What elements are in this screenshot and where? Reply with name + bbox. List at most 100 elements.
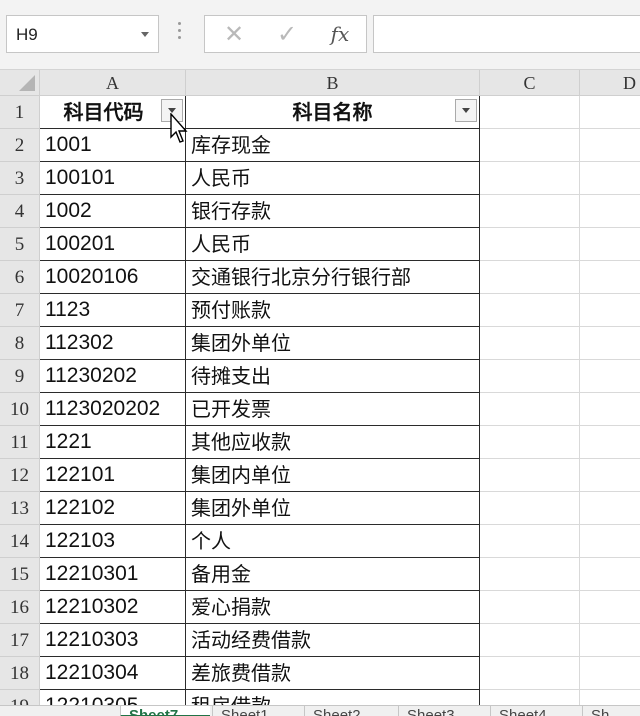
cell-code[interactable]: 10020106 <box>40 261 186 294</box>
empty-cell[interactable] <box>580 360 640 393</box>
cell-code[interactable]: 12210304 <box>40 657 186 690</box>
empty-cell[interactable] <box>580 657 640 690</box>
empty-cell[interactable] <box>480 426 580 459</box>
row-header[interactable]: 8 <box>0 327 40 360</box>
empty-cell[interactable] <box>480 558 580 591</box>
row-header[interactable]: 16 <box>0 591 40 624</box>
empty-cell[interactable] <box>580 492 640 525</box>
cell-name[interactable]: 其他应收款 <box>186 426 480 459</box>
cell-name[interactable]: 个人 <box>186 525 480 558</box>
sheet-tab[interactable]: Sheet2 <box>304 706 396 716</box>
cell-code[interactable]: 11230202 <box>40 360 186 393</box>
header-cell-name[interactable]: 科目名称 <box>186 96 480 129</box>
sheet-tab[interactable]: Sh <box>582 706 640 716</box>
row-header[interactable]: 10 <box>0 393 40 426</box>
cancel-icon[interactable]: ✕ <box>209 16 259 52</box>
cell-code[interactable]: 122102 <box>40 492 186 525</box>
empty-cell[interactable] <box>480 228 580 261</box>
empty-cell[interactable] <box>480 624 580 657</box>
cell-code[interactable]: 12210302 <box>40 591 186 624</box>
cell-code[interactable]: 1123020202 <box>40 393 186 426</box>
empty-cell[interactable] <box>480 162 580 195</box>
row-header[interactable]: 13 <box>0 492 40 525</box>
cell-code[interactable]: 122103 <box>40 525 186 558</box>
column-header-d[interactable]: D <box>580 70 640 96</box>
formula-input[interactable] <box>373 15 640 53</box>
row-header[interactable]: 15 <box>0 558 40 591</box>
chevron-down-icon[interactable] <box>141 32 149 37</box>
cell-name[interactable]: 已开发票 <box>186 393 480 426</box>
sheet-tab[interactable]: Sheet7 <box>120 706 210 716</box>
empty-cell[interactable] <box>580 162 640 195</box>
empty-cell[interactable] <box>580 327 640 360</box>
cell-name[interactable]: 爱心捐款 <box>186 591 480 624</box>
cell-name[interactable]: 银行存款 <box>186 195 480 228</box>
empty-cell[interactable] <box>480 129 580 162</box>
row-header[interactable]: 12 <box>0 459 40 492</box>
row-header[interactable]: 17 <box>0 624 40 657</box>
cell-code[interactable]: 12210301 <box>40 558 186 591</box>
empty-cell[interactable] <box>480 591 580 624</box>
cell-name[interactable]: 人民币 <box>186 162 480 195</box>
more-vertical-icon[interactable] <box>177 22 181 44</box>
empty-cell[interactable] <box>580 129 640 162</box>
enter-check-icon[interactable]: ✓ <box>262 16 312 52</box>
header-cell-code[interactable]: 科目代码 <box>40 96 186 129</box>
cell-code[interactable]: 1123 <box>40 294 186 327</box>
row-header[interactable]: 3 <box>0 162 40 195</box>
cell-code[interactable]: 12210303 <box>40 624 186 657</box>
cell-name[interactable]: 人民币 <box>186 228 480 261</box>
cell-name[interactable]: 差旅费借款 <box>186 657 480 690</box>
cell-name[interactable]: 集团外单位 <box>186 492 480 525</box>
column-header-a[interactable]: A <box>40 70 186 96</box>
cell-code[interactable]: 1221 <box>40 426 186 459</box>
empty-cell[interactable] <box>480 393 580 426</box>
empty-cell[interactable] <box>480 657 580 690</box>
empty-cell[interactable] <box>580 261 640 294</box>
empty-cell[interactable] <box>480 195 580 228</box>
cell-code[interactable]: 1001 <box>40 129 186 162</box>
empty-cell[interactable] <box>580 294 640 327</box>
empty-cell[interactable] <box>580 228 640 261</box>
cell-name[interactable]: 待摊支出 <box>186 360 480 393</box>
row-header[interactable]: 5 <box>0 228 40 261</box>
cell-code[interactable]: 122101 <box>40 459 186 492</box>
cell-name[interactable]: 库存现金 <box>186 129 480 162</box>
cell-code[interactable]: 1002 <box>40 195 186 228</box>
empty-cell[interactable] <box>480 492 580 525</box>
insert-function-icon[interactable]: fx <box>315 16 365 52</box>
row-header[interactable]: 14 <box>0 525 40 558</box>
empty-cell[interactable] <box>480 459 580 492</box>
name-box[interactable]: H9 <box>6 15 159 53</box>
empty-cell[interactable] <box>480 294 580 327</box>
empty-cell[interactable] <box>580 624 640 657</box>
cell-name[interactable]: 活动经费借款 <box>186 624 480 657</box>
empty-cell[interactable] <box>480 96 580 129</box>
cell-name[interactable]: 集团内单位 <box>186 459 480 492</box>
empty-cell[interactable] <box>580 459 640 492</box>
empty-cell[interactable] <box>580 525 640 558</box>
sheet-tab[interactable]: Sheet1 <box>212 706 302 716</box>
empty-cell[interactable] <box>580 393 640 426</box>
column-header-b[interactable]: B <box>186 70 480 96</box>
empty-cell[interactable] <box>480 261 580 294</box>
cell-code[interactable]: 100101 <box>40 162 186 195</box>
select-all-button[interactable] <box>0 70 40 96</box>
empty-cell[interactable] <box>580 591 640 624</box>
cell-name[interactable]: 集团外单位 <box>186 327 480 360</box>
row-header[interactable]: 11 <box>0 426 40 459</box>
row-header[interactable]: 4 <box>0 195 40 228</box>
row-header[interactable]: 7 <box>0 294 40 327</box>
cell-code[interactable]: 112302 <box>40 327 186 360</box>
sheet-tab[interactable]: Sheet4 <box>490 706 580 716</box>
empty-cell[interactable] <box>580 195 640 228</box>
row-header[interactable]: 9 <box>0 360 40 393</box>
cell-name[interactable]: 预付账款 <box>186 294 480 327</box>
cell-name[interactable]: 交通银行北京分行银行部 <box>186 261 480 294</box>
row-header[interactable]: 2 <box>0 129 40 162</box>
cell-name[interactable]: 备用金 <box>186 558 480 591</box>
empty-cell[interactable] <box>580 96 640 129</box>
empty-cell[interactable] <box>480 327 580 360</box>
empty-cell[interactable] <box>580 426 640 459</box>
row-header[interactable]: 18 <box>0 657 40 690</box>
